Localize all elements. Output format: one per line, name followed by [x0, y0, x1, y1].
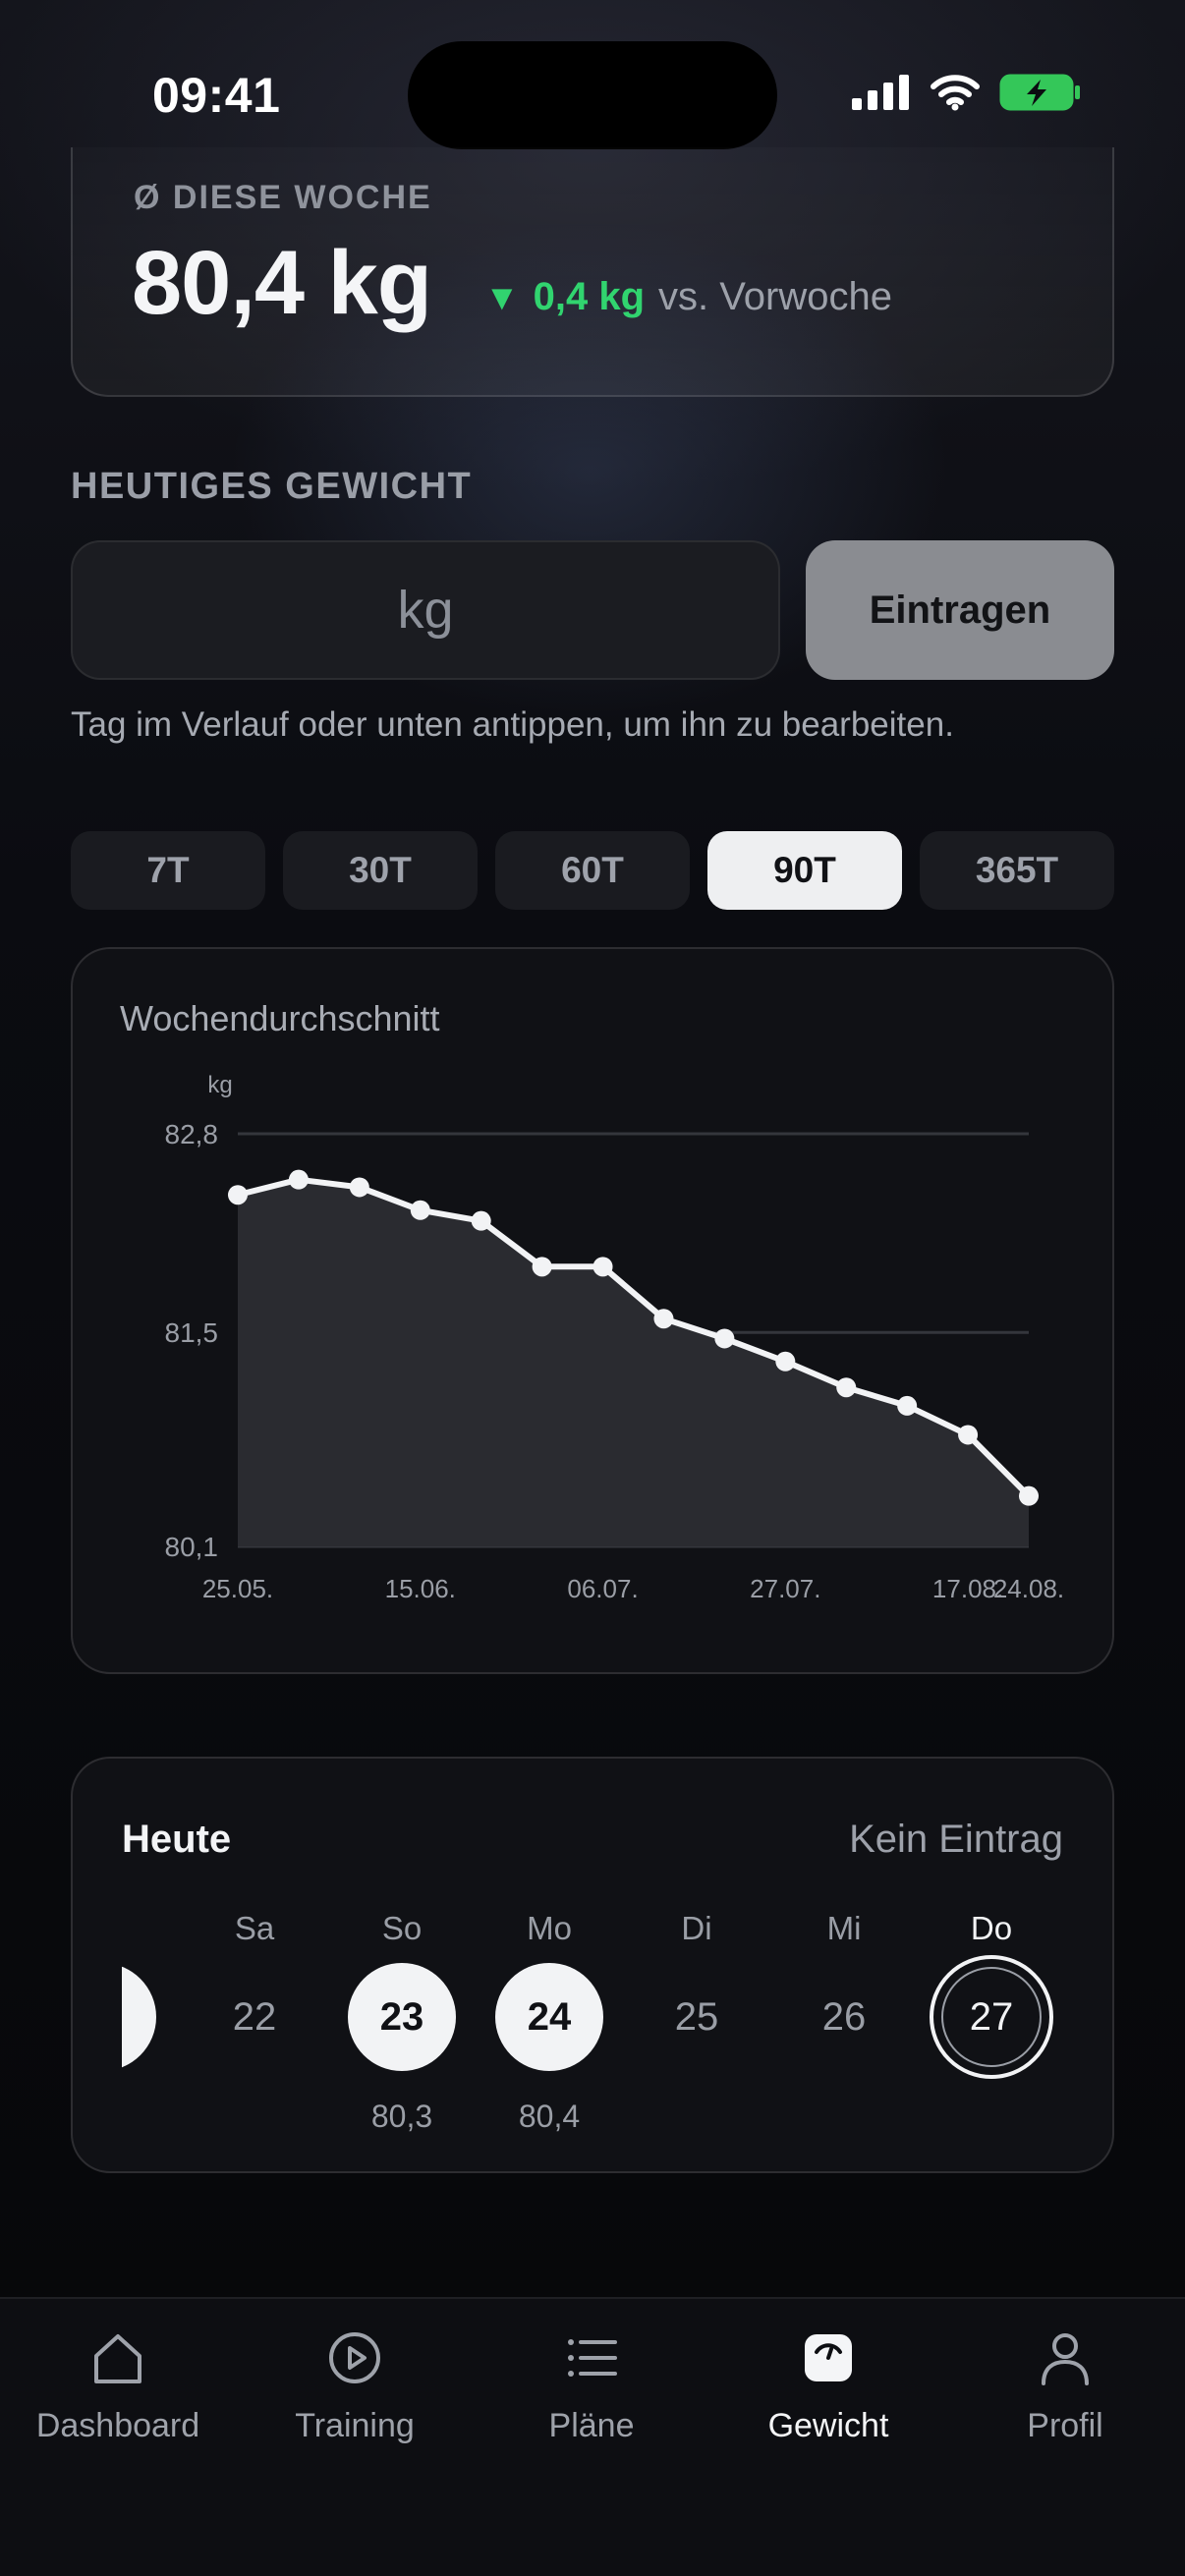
- day-weight: 80,3: [370, 2099, 433, 2134]
- chart-point[interactable]: [653, 1309, 674, 1329]
- day-name: Di: [681, 1910, 712, 1946]
- trend-down-icon: ▼: [484, 276, 520, 317]
- day-item-today[interactable]: Do 27: [918, 1906, 1065, 2152]
- day-item[interactable]: Di 25: [623, 1906, 770, 2152]
- battery-charging-icon: [999, 74, 1080, 111]
- dynamic-island: [408, 41, 777, 149]
- chart-point[interactable]: [532, 1257, 552, 1277]
- range-tabs: 7T 30T 60T 90T 365T: [71, 831, 1114, 910]
- x-tick-label: 25.05.: [202, 1574, 273, 1603]
- scale-icon: [805, 2334, 852, 2381]
- day-card-title: Heute: [122, 1818, 232, 1861]
- day-item[interactable]: So 23 80,3: [328, 1906, 476, 2152]
- chart-point[interactable]: [288, 1169, 309, 1190]
- chart-point[interactable]: [228, 1185, 248, 1205]
- play-circle-icon: [329, 2332, 380, 2383]
- home-icon: [94, 2334, 141, 2383]
- x-tick-label: 15.06.: [385, 1574, 456, 1603]
- day-name: r: [122, 1910, 176, 1947]
- weekly-delta-value: 0,4 kg: [533, 275, 646, 318]
- x-tick-label: 06.07.: [567, 1574, 638, 1603]
- cellular-signal-icon: [852, 75, 909, 110]
- chart-point[interactable]: [714, 1328, 735, 1349]
- submit-weight-button[interactable]: Eintragen: [806, 540, 1114, 680]
- chart-point[interactable]: [836, 1377, 857, 1398]
- day-item[interactable]: Mi 26: [770, 1906, 918, 2152]
- range-tab-90t[interactable]: 90T: [707, 831, 902, 910]
- weekly-average-value: 80,4 kg: [132, 233, 432, 333]
- day-strip-card: Heute Kein Eintrag r 1 ,9 Sa 22 So 23 80…: [71, 1757, 1114, 2173]
- range-tab-30t[interactable]: 30T: [283, 831, 478, 910]
- tab-bar: Dashboard Training Pläne Gewicht Profil: [0, 2297, 1185, 2576]
- y-tick-label: 81,5: [165, 1317, 219, 1348]
- list-icon: [568, 2339, 617, 2377]
- chart-point[interactable]: [775, 1351, 796, 1372]
- tab-gewicht[interactable]: Gewicht: [710, 2328, 946, 2476]
- todays-weight-title: HEUTIGES GEWICHT: [71, 466, 473, 507]
- x-tick-label: 24.08.: [993, 1574, 1064, 1603]
- tab-label: Training: [295, 2407, 415, 2444]
- day-name: Sa: [234, 1910, 275, 1946]
- tab-training[interactable]: Training: [237, 2328, 473, 2476]
- chart-point[interactable]: [410, 1200, 430, 1220]
- day-weight: 80,4: [518, 2099, 581, 2134]
- weekly-average-chart[interactable]: kg 82,8 81,5 80,1 25.05. 15.06. 06.07. 27.07.…: [71, 947, 1114, 1674]
- y-tick-label: 80,1: [165, 1532, 219, 1562]
- tab-label: Profil: [1027, 2407, 1103, 2444]
- day-strip[interactable]: r 1 ,9 Sa 22 So 23 80,3 Mo 24 80,4 Di 2: [122, 1906, 1067, 2152]
- day-number: 27: [930, 1955, 1053, 2079]
- day-name: So: [381, 1910, 423, 1946]
- day-name: Mo: [527, 1910, 572, 1946]
- day-item[interactable]: r 1 ,9: [122, 1906, 176, 2152]
- wifi-icon: [931, 75, 980, 111]
- tab-dashboard[interactable]: Dashboard: [0, 2328, 236, 2476]
- day-card-status: Kein Eintrag: [849, 1818, 1063, 1861]
- weekly-average-label: Ø DIESE WOCHE: [134, 179, 432, 216]
- range-tab-365t[interactable]: 365T: [920, 831, 1114, 910]
- day-item[interactable]: Mo 24 80,4: [476, 1906, 623, 2152]
- edit-hint: Tag im Verlauf oder unten antippen, um i…: [71, 705, 954, 744]
- day-weight: ,9: [122, 2099, 176, 2135]
- chart-point[interactable]: [471, 1210, 491, 1231]
- chart-point[interactable]: [349, 1177, 369, 1198]
- chart-point[interactable]: [1019, 1485, 1039, 1506]
- day-number: 22: [232, 1994, 277, 2039]
- status-time: 09:41: [152, 68, 281, 123]
- person-icon: [1042, 2333, 1089, 2385]
- weight-input[interactable]: [71, 540, 780, 680]
- tab-label: Gewicht: [767, 2407, 889, 2444]
- tab-label: Pläne: [548, 2407, 635, 2444]
- day-number: 26: [821, 1994, 867, 2039]
- range-tab-7t[interactable]: 7T: [71, 831, 265, 910]
- chart-point[interactable]: [897, 1395, 918, 1416]
- y-axis-unit: kg: [207, 1072, 232, 1098]
- weekly-delta: ▼ 0,4 kg vs. Vorwoche: [484, 275, 892, 319]
- day-number: 24: [495, 1963, 603, 2071]
- tab-plaene[interactable]: Pläne: [474, 2328, 709, 2476]
- day-name: Mi: [826, 1910, 862, 1946]
- status-icons: [852, 73, 1082, 112]
- day-number: 23: [348, 1963, 456, 2071]
- x-tick-label: 27.07.: [750, 1574, 820, 1603]
- day-number: 1: [122, 1963, 156, 2071]
- chart-area-fill: [238, 1179, 1029, 1546]
- day-name: Do: [970, 1910, 1013, 1946]
- chart-point[interactable]: [958, 1425, 979, 1445]
- day-number: 25: [674, 1994, 719, 2039]
- tab-label: Dashboard: [35, 2407, 200, 2444]
- day-item[interactable]: Sa 22: [181, 1906, 328, 2152]
- chart-point[interactable]: [592, 1257, 613, 1277]
- weight-screen: 09:41 Ø DIESE WOCHE 80,4 kg ▼ 0,4 kg vs.…: [0, 0, 1185, 2576]
- tab-profil[interactable]: Profil: [947, 2328, 1183, 2476]
- y-tick-label: 82,8: [165, 1119, 219, 1149]
- weekly-delta-reference: vs. Vorwoche: [658, 275, 892, 318]
- range-tab-60t[interactable]: 60T: [495, 831, 690, 910]
